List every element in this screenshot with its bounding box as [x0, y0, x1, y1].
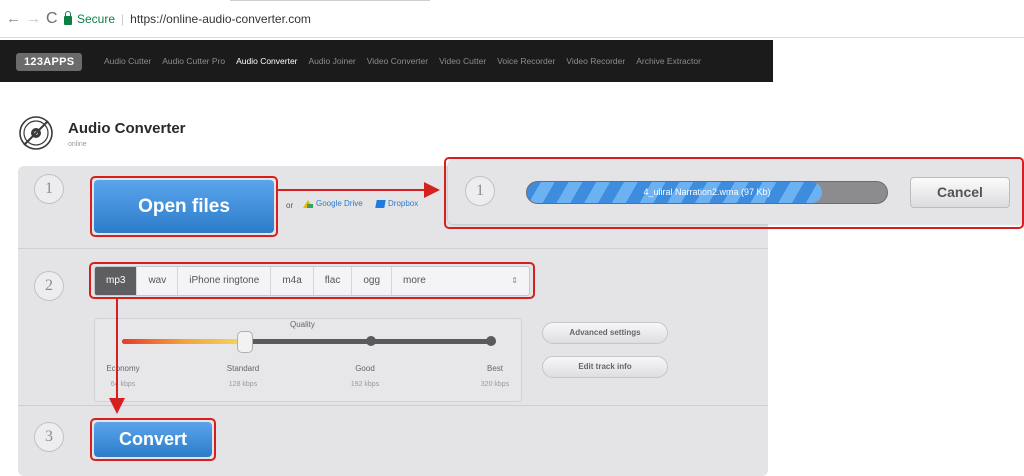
quality-slider-knob[interactable] [237, 331, 254, 353]
nav-item-voice-recorder[interactable]: Voice Recorder [497, 56, 555, 66]
step-2-number: 2 [34, 271, 64, 301]
secure-label: Secure [77, 12, 116, 26]
site-nav-items: Audio Cutter Audio Cutter Pro Audio Conv… [104, 56, 712, 66]
dropbox-link[interactable]: Dropbox [375, 199, 419, 208]
edit-track-info-button[interactable]: Edit track info [542, 356, 668, 378]
tab-strip-edge [230, 0, 430, 3]
highlight-convert [90, 418, 216, 461]
quality-slider-fill [122, 339, 246, 344]
quality-rate-standard: 128 kbps [228, 381, 258, 388]
quality-level-economy: Economy [106, 364, 140, 373]
site-logo[interactable]: 123APPS [16, 53, 83, 71]
back-arrow-icon[interactable]: ← [6, 11, 21, 26]
reload-icon[interactable]: C [46, 11, 58, 27]
url-separator: | [121, 12, 125, 26]
quality-level-standard: Standard [226, 364, 260, 373]
app-title: Audio Converter [68, 120, 186, 137]
quality-level-good: Good [355, 364, 375, 373]
highlight-format-tabs [89, 262, 535, 299]
advanced-settings-button[interactable]: Advanced settings [542, 322, 668, 344]
dropbox-label: Dropbox [388, 199, 419, 208]
quality-rate-best: 320 kbps [480, 381, 510, 388]
url-bar[interactable]: Secure | https://online-audio-converter.… [64, 7, 314, 31]
dropbox-icon [375, 199, 386, 208]
nav-item-video-cutter[interactable]: Video Cutter [439, 56, 486, 66]
nav-item-audio-converter[interactable]: Audio Converter [236, 56, 297, 66]
quality-level-best: Best [486, 364, 503, 373]
quality-label: Quality [290, 320, 315, 329]
step-divider [18, 248, 768, 249]
quality-rate-good: 192 kbps [350, 381, 380, 388]
nav-item-audio-cutter[interactable]: Audio Cutter [104, 56, 151, 66]
lock-icon [64, 10, 72, 25]
forward-arrow-icon[interactable]: → [26, 11, 41, 26]
nav-item-archive-extractor[interactable]: Archive Extractor [636, 56, 701, 66]
highlight-open-files [90, 176, 278, 237]
google-drive-link[interactable]: Google Drive [303, 199, 363, 208]
url-text[interactable]: https://online-audio-converter.com [130, 12, 311, 26]
app-subtitle: online [68, 141, 87, 148]
step-3-number: 3 [34, 422, 64, 452]
browser-address-bar: ← → C Secure | https://online-audio-conv… [0, 0, 1024, 38]
disc-icon [19, 116, 53, 150]
step-divider [18, 405, 768, 406]
nav-item-audio-cutter-pro[interactable]: Audio Cutter Pro [162, 56, 225, 66]
or-label: or [286, 201, 294, 210]
highlight-upload-callout [444, 157, 1024, 229]
google-drive-icon [303, 199, 313, 208]
quality-stop-best[interactable] [486, 336, 496, 346]
google-drive-label: Google Drive [316, 199, 363, 208]
quality-rate-economy: 64 kbps [110, 381, 136, 388]
step-1-number: 1 [34, 174, 64, 204]
quality-box [94, 318, 522, 402]
nav-item-video-converter[interactable]: Video Converter [367, 56, 428, 66]
nav-item-audio-joiner[interactable]: Audio Joiner [309, 56, 356, 66]
nav-item-video-recorder[interactable]: Video Recorder [566, 56, 625, 66]
